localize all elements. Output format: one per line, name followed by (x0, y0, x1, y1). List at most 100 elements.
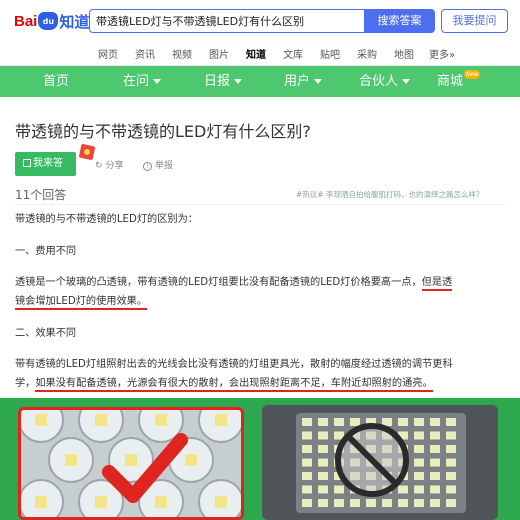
led-chip (414, 485, 424, 494)
lens-led-image[interactable] (18, 407, 244, 520)
led-chip (414, 458, 424, 467)
p1-line2: 镜会增加LED灯的使用效果。 (15, 296, 148, 310)
led-chip (302, 472, 312, 480)
channel-news[interactable]: 资讯 (135, 46, 155, 61)
led-chip (414, 431, 424, 440)
nav-partner-label: 合伙人 (359, 74, 399, 89)
nav-asking-label: 在问 (123, 74, 150, 89)
answer-count: 11个回答 (15, 188, 67, 202)
logo-bai: Bai (14, 12, 38, 30)
answer-heading-effect: 二、效果不同 (15, 328, 77, 339)
hot-topic-link[interactable]: #热议# 李现晒自拍给腹肌打码，也的演绎之路怎么样? (296, 189, 480, 200)
nav-users-label: 用户 (284, 74, 311, 89)
nav-daily[interactable]: 日报 (204, 66, 243, 97)
p2-line2-a: 学， (15, 378, 36, 389)
answer-paragraph-1-line-1: 透镜是一个玻璃的凸透镜，带有透镜的LED灯组要比没有配备透镜的LED灯价格要高一… (15, 273, 453, 292)
led-chip (414, 472, 424, 480)
led-chip (446, 472, 456, 480)
led-chip (430, 458, 440, 467)
search-box (89, 9, 364, 33)
answer-button[interactable]: 我来答 (15, 152, 76, 176)
channel-web[interactable]: 网页 (98, 46, 118, 61)
led-chip (318, 418, 328, 426)
channel-tieba[interactable]: 贴吧 (320, 46, 340, 61)
led-chip (318, 499, 328, 507)
channel-nav: 网页 资讯 视频 图片 知道 文库 贴吧 采购 地图 更多» (0, 40, 520, 68)
answer-intro: 带透镜的与不带透镜的LED灯的区别为： (15, 214, 198, 225)
led-chip (446, 445, 456, 453)
led-chip (430, 472, 440, 480)
caret-down-icon (314, 79, 323, 84)
search-button[interactable]: 搜索答案 (364, 9, 435, 33)
led-chip (302, 445, 312, 453)
led-chip (318, 458, 328, 467)
question-title: 带透镜的与不带透镜的LED灯有什么区别? (15, 122, 311, 141)
led-chip (334, 485, 344, 494)
nav-mall[interactable]: 商城 (437, 66, 463, 97)
led-chip (318, 431, 328, 440)
caret-down-icon (402, 79, 411, 84)
channel-wenku[interactable]: 文库 (283, 46, 303, 61)
led-chip (430, 485, 440, 494)
nav-daily-label: 日报 (204, 74, 231, 89)
share-icon: ↻ (95, 161, 103, 171)
led-chip (414, 418, 424, 426)
channel-video[interactable]: 视频 (172, 46, 192, 61)
led-chip (446, 485, 456, 494)
led-chip (398, 499, 408, 507)
no-lens-led-image[interactable] (262, 405, 498, 520)
channel-purchase[interactable]: 采购 (357, 46, 377, 61)
answer-heading-cost: 一、费用不同 (15, 246, 77, 257)
led-chip (350, 499, 360, 507)
nav-mall-label: 商城 (437, 74, 464, 89)
led-chip (334, 418, 344, 426)
lens-led-graphic (21, 410, 241, 517)
search-input[interactable] (90, 10, 364, 32)
channel-more[interactable]: 更多» (429, 46, 455, 61)
led-chip (302, 431, 312, 440)
led-chip (318, 472, 328, 480)
answer-paragraph-1-line-2: 镜会增加LED灯的使用效果。 (15, 292, 148, 311)
nav-asking[interactable]: 在问 (123, 66, 162, 97)
led-chip (302, 418, 312, 426)
caret-down-icon (234, 79, 243, 84)
report-label: 举报 (155, 161, 174, 171)
led-chip (414, 499, 424, 507)
led-chip (430, 431, 440, 440)
channel-map[interactable]: 地图 (394, 46, 414, 61)
pen-icon (23, 159, 31, 167)
channel-zhidao[interactable]: 知道 (246, 46, 266, 68)
led-chip (446, 458, 456, 467)
led-chip (382, 418, 392, 426)
led-chip (446, 499, 456, 507)
nav-home-label: 首页 (43, 74, 70, 89)
led-chip (430, 499, 440, 507)
alert-icon: ! (143, 162, 152, 171)
nav-partner[interactable]: 合伙人 (359, 66, 411, 97)
divider (15, 204, 505, 205)
share-label: 分享 (105, 161, 124, 171)
led-chip (318, 445, 328, 453)
nav-home[interactable]: 首页 (43, 66, 69, 97)
new-badge: New (464, 70, 480, 79)
led-chip (430, 445, 440, 453)
channel-images[interactable]: 图片 (209, 46, 229, 61)
led-chip (318, 485, 328, 494)
led-chip (350, 418, 360, 426)
p1-line1-b: 但是透 (421, 277, 453, 291)
hot-topic-text: 李现晒自拍给腹肌打码，也的演绎之路怎么样? (325, 190, 480, 199)
ask-question-button[interactable]: 我要提问 (441, 9, 508, 33)
led-chip (430, 418, 440, 426)
share-button[interactable]: ↻ 分享 (95, 158, 124, 171)
top-header: Bai du 知道 搜索答案 我要提问 (0, 0, 520, 40)
caret-down-icon (153, 79, 162, 84)
baidu-zhidao-logo[interactable]: Bai du 知道 (14, 10, 89, 32)
main-nav: 首页 在问 日报 用户 合伙人 商城 New (0, 66, 520, 97)
answer-button-label: 我来答 (33, 158, 63, 169)
led-chip (414, 445, 424, 453)
p2-line2-b: 如果没有配备透镜，光源会有很大的散射，会出现照射距离不足，车附近却照射的通亮。 (35, 378, 433, 392)
led-chip (398, 418, 408, 426)
no-lens-led-graphic (262, 405, 498, 520)
nav-users[interactable]: 用户 (284, 66, 323, 97)
report-button[interactable]: ! 举报 (143, 158, 173, 171)
